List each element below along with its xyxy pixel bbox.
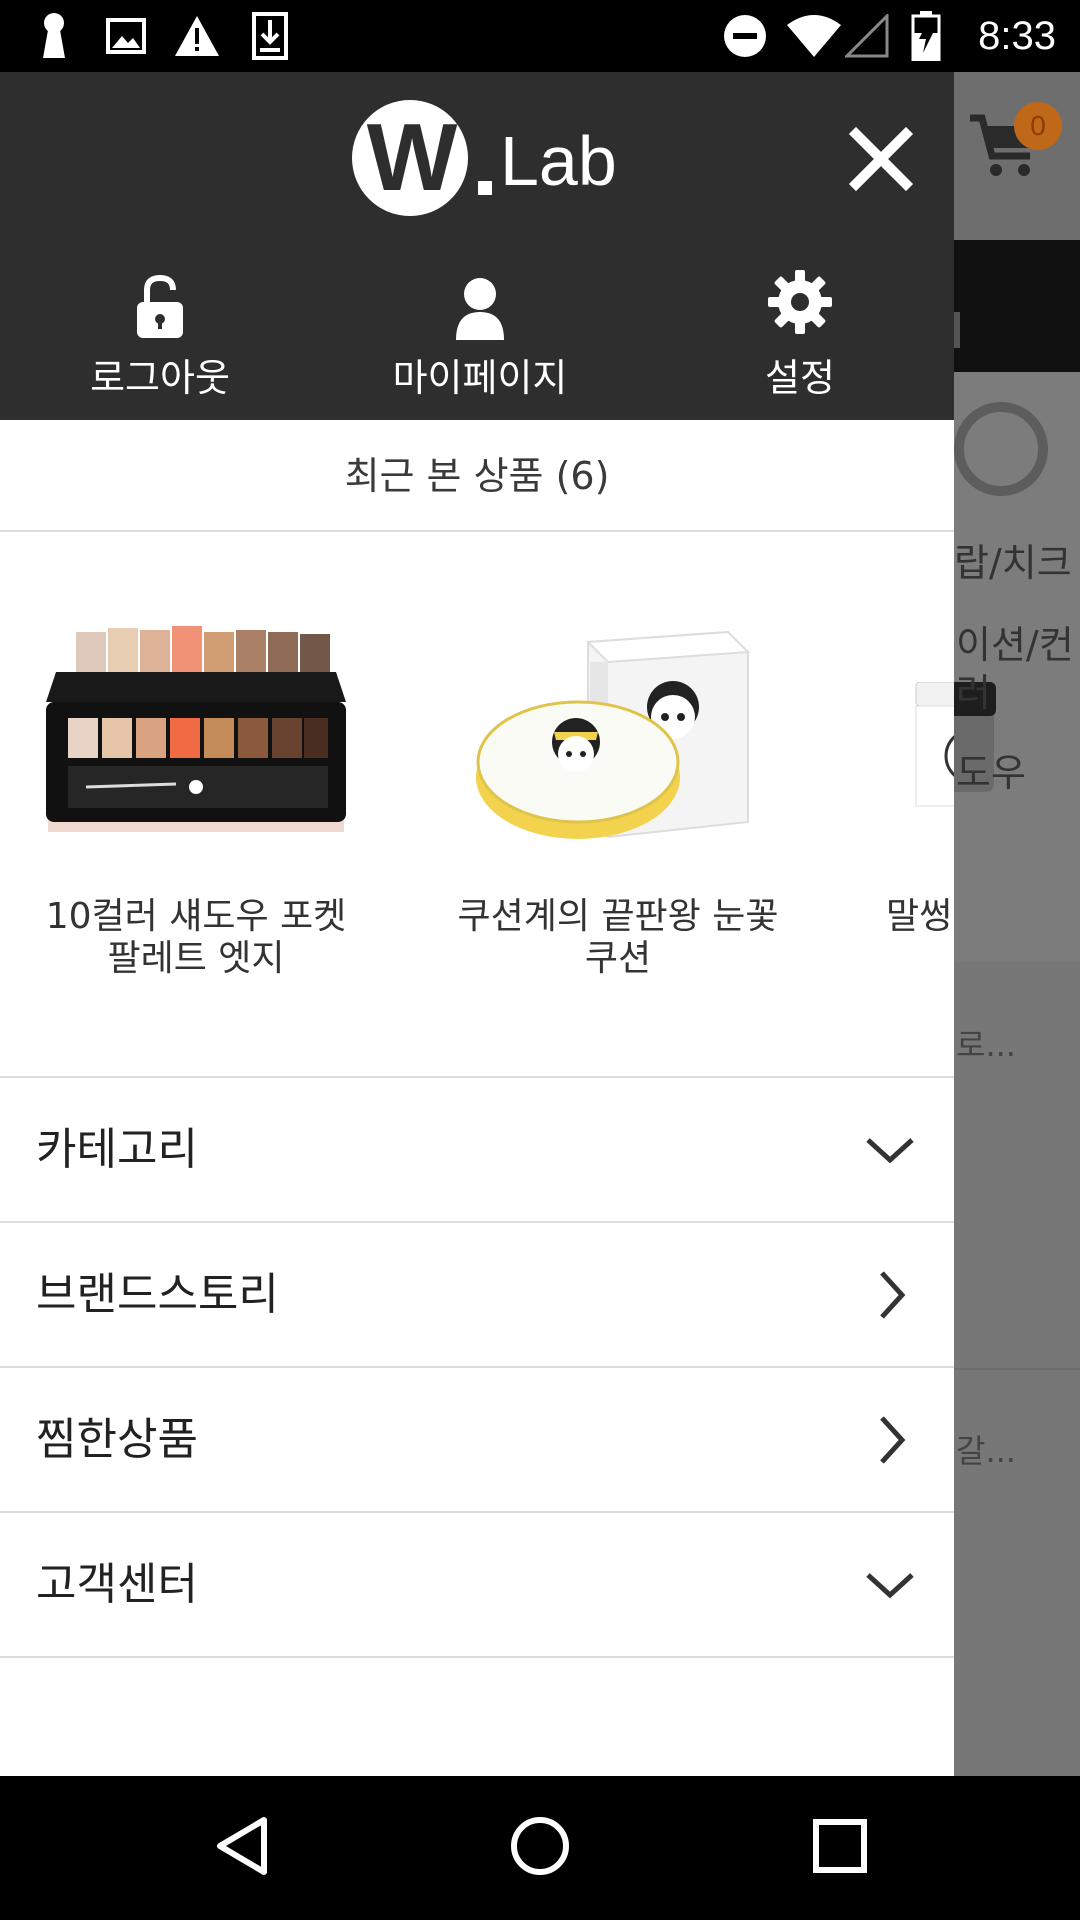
home-button[interactable] bbox=[500, 1808, 580, 1888]
chevron-right-icon bbox=[860, 1412, 920, 1468]
gear-icon bbox=[690, 268, 910, 340]
menu-item-brand-story[interactable]: 브랜드스토리 bbox=[0, 1223, 954, 1368]
background-text: 도우 bbox=[956, 751, 1026, 795]
product-name: 10컬러 섀도우 포켓 팔레트 엣지 bbox=[45, 896, 347, 979]
product-name: 말썽 bbox=[886, 896, 953, 937]
battery-charging-icon bbox=[910, 10, 942, 62]
chevron-right-icon bbox=[860, 1267, 920, 1323]
status-bar: 8:33 bbox=[0, 0, 1080, 72]
cell-signal-icon bbox=[844, 10, 890, 62]
cart-count-badge: 0 bbox=[1014, 102, 1062, 150]
warning-icon bbox=[172, 10, 222, 62]
product-image bbox=[468, 622, 768, 882]
recents-button[interactable] bbox=[800, 1808, 880, 1888]
logout-button[interactable]: 로그아웃 bbox=[50, 268, 270, 402]
settings-button[interactable]: 설정 bbox=[690, 268, 910, 402]
menu-item-label: 고객센터 bbox=[36, 1559, 198, 1610]
navigation-drawer: W Lab 로그아웃 마이페이지 설정 최근 본 상품 (6) 10컬러 섀도우… bbox=[0, 72, 954, 1776]
background-text: 러 bbox=[956, 671, 991, 715]
back-icon bbox=[212, 1814, 272, 1882]
recent-product-card[interactable]: 쿠션계의 끝판왕 눈꽃 쿠션 bbox=[448, 532, 788, 1076]
recent-product-card[interactable]: 말썽 bbox=[868, 532, 954, 1076]
drawer-menu: 카테고리 브랜드스토리 찜한상품 고객센터 bbox=[0, 1078, 954, 1658]
home-icon bbox=[508, 1814, 572, 1882]
unlock-icon bbox=[50, 268, 270, 340]
drawer-header: W Lab 로그아웃 마이페이지 설정 bbox=[0, 72, 954, 420]
mypage-label: 마이페이지 bbox=[392, 356, 568, 400]
system-navigation-bar bbox=[0, 1776, 1080, 1920]
clock: 8:33 bbox=[978, 14, 1056, 58]
chevron-down-icon bbox=[860, 1557, 920, 1613]
logout-label: 로그아웃 bbox=[90, 356, 230, 400]
close-icon bbox=[848, 126, 914, 196]
recents-icon bbox=[812, 1818, 868, 1878]
product-image bbox=[912, 681, 954, 812]
category-icon bbox=[954, 402, 1048, 496]
keyhole-icon bbox=[36, 10, 72, 62]
settings-label: 설정 bbox=[765, 356, 835, 400]
back-button[interactable] bbox=[202, 1808, 282, 1888]
menu-item-customer-center[interactable]: 고객센터 bbox=[0, 1513, 954, 1658]
logo-mark: W bbox=[352, 100, 468, 216]
menu-item-label: 브랜드스토리 bbox=[36, 1269, 279, 1320]
chevron-down-icon bbox=[860, 1122, 920, 1178]
background-text: 이션/컨 bbox=[956, 623, 1074, 667]
background-text: 랍/치크 bbox=[954, 541, 1072, 585]
background-text: 갈... bbox=[956, 1432, 1016, 1470]
mypage-button[interactable]: 마이페이지 bbox=[370, 268, 590, 402]
recent-products-title: 최근 본 상품 (6) bbox=[0, 420, 954, 532]
background-text: 로... bbox=[956, 1026, 1016, 1064]
menu-item-category[interactable]: 카테고리 bbox=[0, 1078, 954, 1223]
download-icon bbox=[250, 10, 290, 62]
menu-item-wishlist[interactable]: 찜한상품 bbox=[0, 1368, 954, 1513]
recent-product-card[interactable]: 10컬러 섀도우 포켓 팔레트 엣지 bbox=[26, 532, 366, 1076]
background-dark-bar bbox=[954, 240, 1080, 372]
close-button[interactable] bbox=[848, 126, 914, 192]
image-icon bbox=[104, 10, 148, 62]
menu-item-label: 카테고리 bbox=[36, 1124, 198, 1175]
person-icon bbox=[370, 268, 590, 340]
background-header: 0 bbox=[954, 72, 1080, 240]
brand-logo[interactable]: W Lab bbox=[352, 100, 617, 216]
product-name: 쿠션계의 끝판왕 눈꽃 쿠션 bbox=[457, 896, 779, 979]
menu-item-label: 찜한상품 bbox=[36, 1414, 198, 1465]
do-not-disturb-icon bbox=[722, 10, 768, 62]
wifi-icon bbox=[786, 10, 842, 62]
recent-products-list[interactable]: 10컬러 섀도우 포켓 팔레트 엣지 쿠션계의 끝판왕 눈꽃 쿠션 말썽 bbox=[0, 532, 954, 1078]
logo-text: Lab bbox=[500, 122, 617, 200]
background-page: 0 랍/치크 이션/컨 러 도우 로... 갈... bbox=[954, 72, 1080, 1776]
product-image bbox=[46, 622, 346, 882]
